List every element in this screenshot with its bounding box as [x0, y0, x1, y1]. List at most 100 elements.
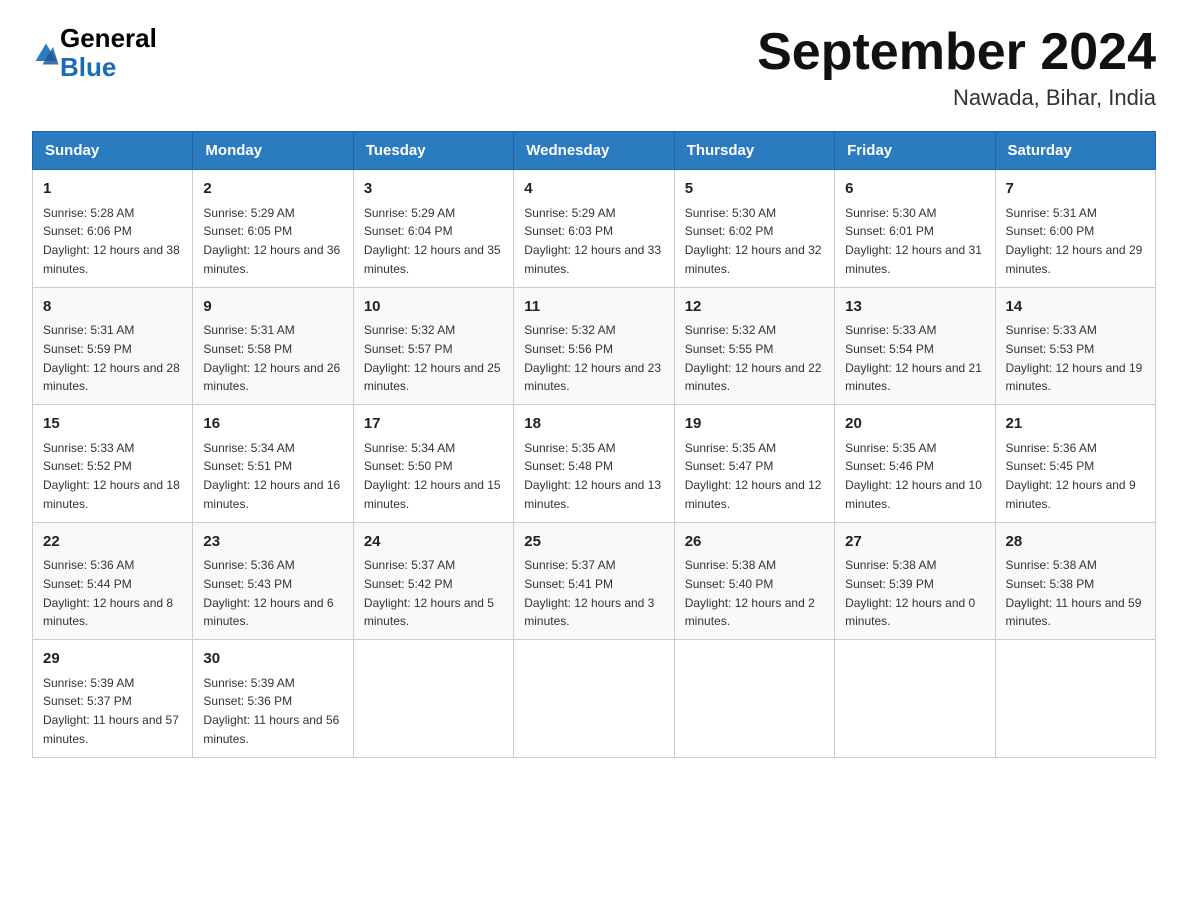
day-info: Sunrise: 5:33 AMSunset: 5:54 PMDaylight:…	[845, 323, 982, 393]
col-friday: Friday	[835, 132, 995, 170]
calendar-week-row: 22 Sunrise: 5:36 AMSunset: 5:44 PMDaylig…	[33, 522, 1156, 640]
day-info: Sunrise: 5:35 AMSunset: 5:48 PMDaylight:…	[524, 441, 661, 511]
table-row: 27 Sunrise: 5:38 AMSunset: 5:39 PMDaylig…	[835, 522, 995, 640]
calendar-header-row: Sunday Monday Tuesday Wednesday Thursday…	[33, 132, 1156, 170]
logo-icon	[32, 40, 60, 68]
day-number: 9	[203, 296, 342, 319]
table-row: 21 Sunrise: 5:36 AMSunset: 5:45 PMDaylig…	[995, 405, 1155, 523]
day-number: 23	[203, 531, 342, 554]
table-row	[674, 640, 834, 758]
col-tuesday: Tuesday	[353, 132, 513, 170]
day-number: 1	[43, 178, 182, 201]
table-row: 11 Sunrise: 5:32 AMSunset: 5:56 PMDaylig…	[514, 287, 674, 405]
day-number: 10	[364, 296, 503, 319]
day-number: 11	[524, 296, 663, 319]
day-number: 24	[364, 531, 503, 554]
col-sunday: Sunday	[33, 132, 193, 170]
day-info: Sunrise: 5:30 AMSunset: 6:01 PMDaylight:…	[845, 206, 982, 276]
month-title: September 2024	[757, 24, 1156, 81]
day-info: Sunrise: 5:32 AMSunset: 5:56 PMDaylight:…	[524, 323, 661, 393]
day-info: Sunrise: 5:38 AMSunset: 5:40 PMDaylight:…	[685, 558, 815, 628]
table-row: 3 Sunrise: 5:29 AMSunset: 6:04 PMDayligh…	[353, 170, 513, 288]
logo-blue-text: Blue	[60, 53, 157, 82]
day-number: 16	[203, 413, 342, 436]
table-row: 28 Sunrise: 5:38 AMSunset: 5:38 PMDaylig…	[995, 522, 1155, 640]
table-row: 4 Sunrise: 5:29 AMSunset: 6:03 PMDayligh…	[514, 170, 674, 288]
day-info: Sunrise: 5:38 AMSunset: 5:39 PMDaylight:…	[845, 558, 975, 628]
day-number: 14	[1006, 296, 1145, 319]
table-row: 7 Sunrise: 5:31 AMSunset: 6:00 PMDayligh…	[995, 170, 1155, 288]
day-number: 20	[845, 413, 984, 436]
table-row: 15 Sunrise: 5:33 AMSunset: 5:52 PMDaylig…	[33, 405, 193, 523]
day-info: Sunrise: 5:29 AMSunset: 6:05 PMDaylight:…	[203, 206, 340, 276]
day-number: 29	[43, 648, 182, 671]
day-info: Sunrise: 5:35 AMSunset: 5:46 PMDaylight:…	[845, 441, 982, 511]
table-row: 26 Sunrise: 5:38 AMSunset: 5:40 PMDaylig…	[674, 522, 834, 640]
table-row: 6 Sunrise: 5:30 AMSunset: 6:01 PMDayligh…	[835, 170, 995, 288]
calendar-week-row: 29 Sunrise: 5:39 AMSunset: 5:37 PMDaylig…	[33, 640, 1156, 758]
day-info: Sunrise: 5:33 AMSunset: 5:53 PMDaylight:…	[1006, 323, 1143, 393]
day-number: 22	[43, 531, 182, 554]
calendar-body: 1 Sunrise: 5:28 AMSunset: 6:06 PMDayligh…	[33, 170, 1156, 758]
table-row: 5 Sunrise: 5:30 AMSunset: 6:02 PMDayligh…	[674, 170, 834, 288]
day-number: 12	[685, 296, 824, 319]
day-info: Sunrise: 5:36 AMSunset: 5:44 PMDaylight:…	[43, 558, 173, 628]
table-row: 12 Sunrise: 5:32 AMSunset: 5:55 PMDaylig…	[674, 287, 834, 405]
logo-general-text: General	[60, 24, 157, 53]
day-number: 5	[685, 178, 824, 201]
day-number: 18	[524, 413, 663, 436]
day-number: 7	[1006, 178, 1145, 201]
table-row: 17 Sunrise: 5:34 AMSunset: 5:50 PMDaylig…	[353, 405, 513, 523]
calendar-week-row: 15 Sunrise: 5:33 AMSunset: 5:52 PMDaylig…	[33, 405, 1156, 523]
table-row: 1 Sunrise: 5:28 AMSunset: 6:06 PMDayligh…	[33, 170, 193, 288]
table-row: 30 Sunrise: 5:39 AMSunset: 5:36 PMDaylig…	[193, 640, 353, 758]
day-number: 25	[524, 531, 663, 554]
calendar-week-row: 8 Sunrise: 5:31 AMSunset: 5:59 PMDayligh…	[33, 287, 1156, 405]
day-number: 15	[43, 413, 182, 436]
table-row	[514, 640, 674, 758]
day-info: Sunrise: 5:32 AMSunset: 5:57 PMDaylight:…	[364, 323, 501, 393]
day-info: Sunrise: 5:31 AMSunset: 5:58 PMDaylight:…	[203, 323, 340, 393]
location-text: Nawada, Bihar, India	[757, 85, 1156, 111]
table-row: 24 Sunrise: 5:37 AMSunset: 5:42 PMDaylig…	[353, 522, 513, 640]
table-row: 13 Sunrise: 5:33 AMSunset: 5:54 PMDaylig…	[835, 287, 995, 405]
table-row	[995, 640, 1155, 758]
day-info: Sunrise: 5:30 AMSunset: 6:02 PMDaylight:…	[685, 206, 822, 276]
day-info: Sunrise: 5:38 AMSunset: 5:38 PMDaylight:…	[1006, 558, 1142, 628]
col-thursday: Thursday	[674, 132, 834, 170]
day-number: 6	[845, 178, 984, 201]
day-info: Sunrise: 5:29 AMSunset: 6:04 PMDaylight:…	[364, 206, 501, 276]
table-row: 14 Sunrise: 5:33 AMSunset: 5:53 PMDaylig…	[995, 287, 1155, 405]
day-info: Sunrise: 5:37 AMSunset: 5:42 PMDaylight:…	[364, 558, 494, 628]
calendar-table: Sunday Monday Tuesday Wednesday Thursday…	[32, 131, 1156, 758]
header: General Blue September 2024 Nawada, Biha…	[32, 24, 1156, 111]
col-wednesday: Wednesday	[514, 132, 674, 170]
table-row: 22 Sunrise: 5:36 AMSunset: 5:44 PMDaylig…	[33, 522, 193, 640]
day-info: Sunrise: 5:36 AMSunset: 5:45 PMDaylight:…	[1006, 441, 1136, 511]
day-info: Sunrise: 5:34 AMSunset: 5:51 PMDaylight:…	[203, 441, 340, 511]
table-row	[353, 640, 513, 758]
day-number: 27	[845, 531, 984, 554]
day-info: Sunrise: 5:39 AMSunset: 5:37 PMDaylight:…	[43, 676, 179, 746]
day-info: Sunrise: 5:28 AMSunset: 6:06 PMDaylight:…	[43, 206, 180, 276]
title-area: September 2024 Nawada, Bihar, India	[757, 24, 1156, 111]
day-info: Sunrise: 5:36 AMSunset: 5:43 PMDaylight:…	[203, 558, 333, 628]
day-number: 30	[203, 648, 342, 671]
table-row: 23 Sunrise: 5:36 AMSunset: 5:43 PMDaylig…	[193, 522, 353, 640]
day-number: 17	[364, 413, 503, 436]
day-number: 13	[845, 296, 984, 319]
day-info: Sunrise: 5:39 AMSunset: 5:36 PMDaylight:…	[203, 676, 339, 746]
day-info: Sunrise: 5:31 AMSunset: 6:00 PMDaylight:…	[1006, 206, 1143, 276]
calendar-week-row: 1 Sunrise: 5:28 AMSunset: 6:06 PMDayligh…	[33, 170, 1156, 288]
day-number: 3	[364, 178, 503, 201]
table-row: 8 Sunrise: 5:31 AMSunset: 5:59 PMDayligh…	[33, 287, 193, 405]
day-info: Sunrise: 5:33 AMSunset: 5:52 PMDaylight:…	[43, 441, 180, 511]
day-number: 4	[524, 178, 663, 201]
table-row: 10 Sunrise: 5:32 AMSunset: 5:57 PMDaylig…	[353, 287, 513, 405]
table-row: 25 Sunrise: 5:37 AMSunset: 5:41 PMDaylig…	[514, 522, 674, 640]
day-number: 19	[685, 413, 824, 436]
day-info: Sunrise: 5:35 AMSunset: 5:47 PMDaylight:…	[685, 441, 822, 511]
day-number: 28	[1006, 531, 1145, 554]
day-number: 8	[43, 296, 182, 319]
col-monday: Monday	[193, 132, 353, 170]
